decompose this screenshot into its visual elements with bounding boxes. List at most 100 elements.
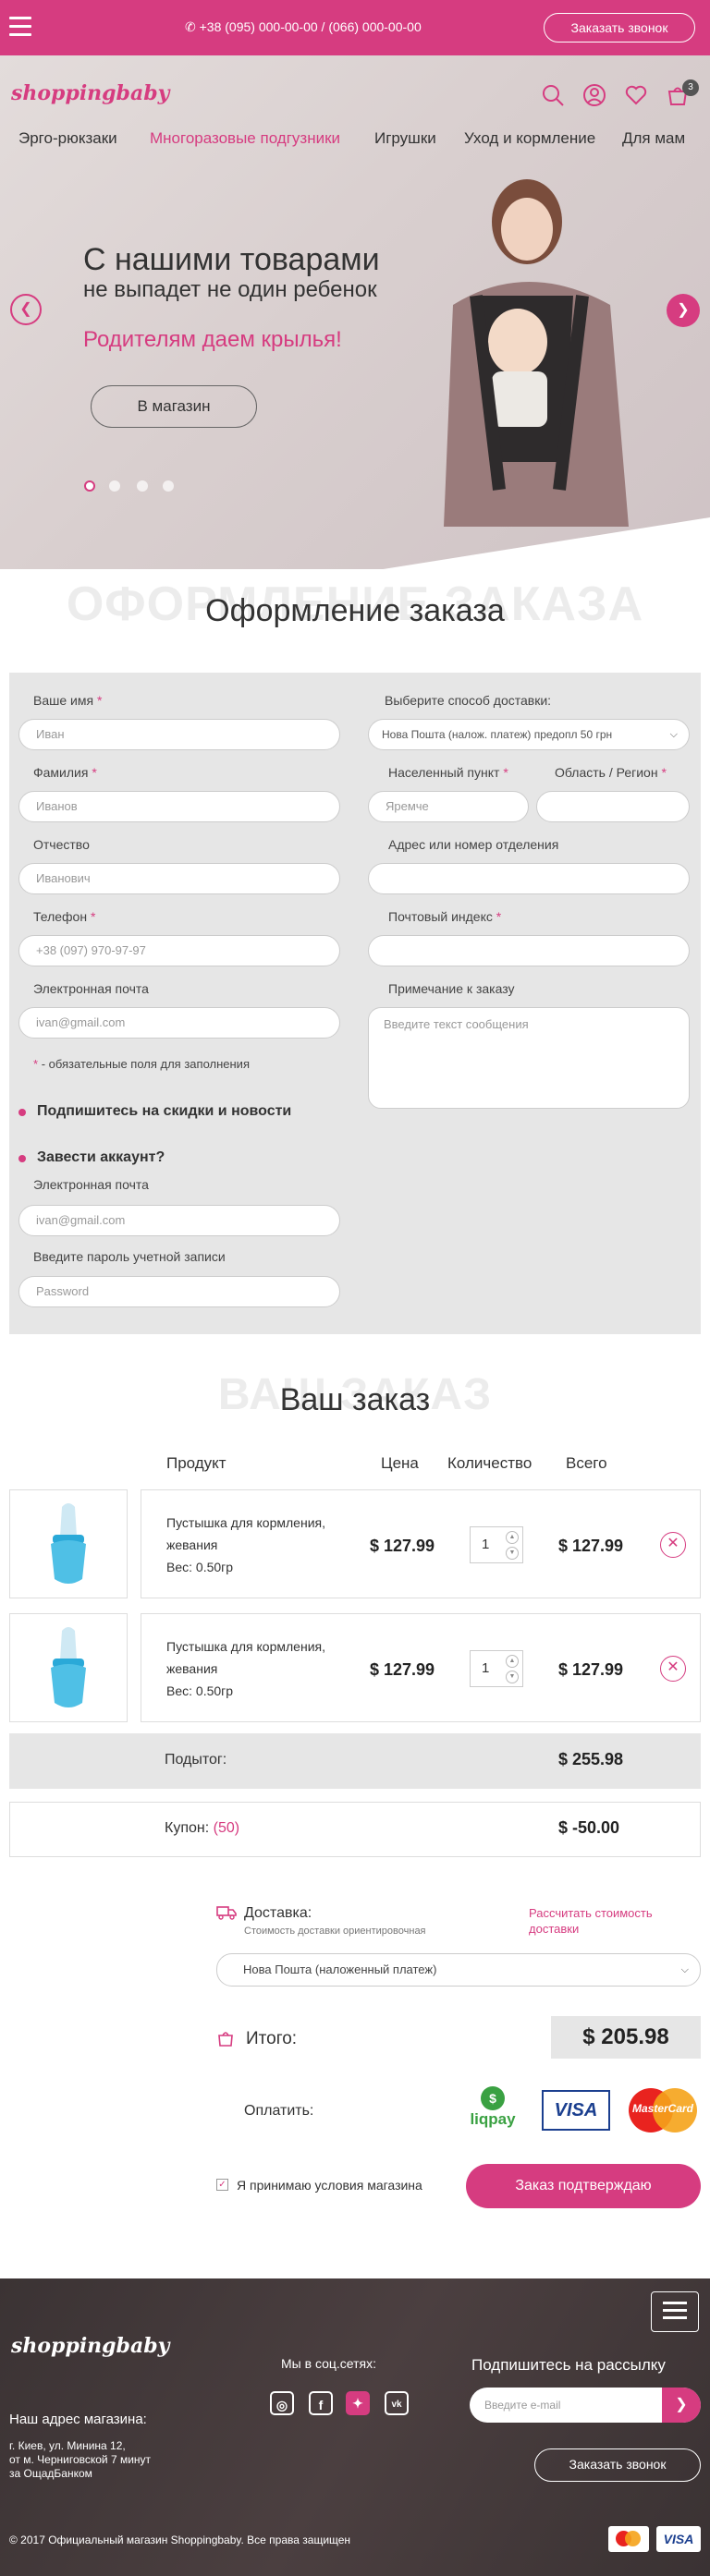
increment-icon[interactable]: ▲: [506, 1531, 519, 1544]
account-email-label: Электронная почта: [33, 1177, 149, 1192]
coupon-code[interactable]: (50): [214, 1820, 239, 1836]
increment-icon[interactable]: ▲: [506, 1655, 519, 1668]
nav-item-ergo[interactable]: Эрго-рюкзаки: [18, 129, 117, 148]
patronymic-input[interactable]: Иванович: [18, 863, 340, 894]
bag-icon: [218, 2032, 233, 2047]
remove-item-icon[interactable]: ✕: [660, 1532, 686, 1558]
slider-dot[interactable]: [84, 480, 95, 492]
twitter-icon[interactable]: ✦: [346, 2391, 370, 2415]
quantity-stepper[interactable]: 1 ▲ ▼: [470, 1526, 523, 1563]
surname-input[interactable]: Иванов: [18, 791, 340, 822]
coupon-value: $ -50.00: [558, 1818, 620, 1837]
cart-count-badge: 3: [682, 79, 699, 96]
liqpay-option[interactable]: $ liqpay: [462, 2086, 523, 2131]
nav-item-care[interactable]: Уход и кормление: [464, 129, 595, 148]
chevron-down-icon: ⌵: [669, 729, 678, 740]
newsletter-submit-button[interactable]: ❯: [662, 2388, 701, 2423]
confirm-order-button[interactable]: Заказ подтверждаю: [466, 2164, 701, 2208]
logo[interactable]: shoppingbaby: [11, 81, 169, 105]
note-textarea[interactable]: Введите текст сообщения: [368, 1007, 690, 1109]
product-name[interactable]: Пустышка для кормления, жевания Вес: 0.50г…: [166, 1512, 325, 1578]
email-label: Электронная почта: [33, 981, 149, 996]
product-total: $ 127.99: [558, 1537, 624, 1555]
hero-photo: [444, 179, 629, 527]
zip-input[interactable]: [368, 935, 690, 966]
remove-item-icon[interactable]: ✕: [660, 1656, 686, 1682]
instagram-icon[interactable]: ◎: [270, 2391, 294, 2415]
call-button[interactable]: Заказать звонок: [544, 13, 695, 43]
delivery-select[interactable]: Нова Пошта (налож. платеж) предопл 50 гр…: [368, 719, 690, 750]
pacifier-icon: [51, 1503, 86, 1584]
heart-icon[interactable]: [624, 83, 648, 107]
newsletter-title: Подпишитесь на рассылку: [471, 2356, 666, 2374]
header-phones: ✆ +38 (095) 000-00-00 / (066) 000-00-00: [185, 19, 422, 34]
footer-logo[interactable]: shoppingbaby: [11, 2334, 169, 2358]
address-title: Наш адрес магазина:: [9, 2412, 147, 2427]
slider-prev-button[interactable]: ❮: [10, 294, 42, 325]
quantity-stepper[interactable]: 1 ▲ ▼: [470, 1650, 523, 1687]
order-title: Ваш заказ: [279, 1382, 431, 1417]
subtotal-label: Подытог:: [165, 1752, 227, 1768]
footer-call-button[interactable]: Заказать звонок: [534, 2448, 701, 2482]
create-account-checkbox[interactable]: [18, 1155, 26, 1162]
pacifier-icon: [51, 1627, 86, 1707]
quantity-value: 1: [482, 1660, 490, 1676]
city-input[interactable]: Яремче: [368, 791, 529, 822]
note-label: Примечание к заказу: [388, 981, 515, 996]
shipping-select[interactable]: Нова Пошта (наложенный платеж) ⌵: [216, 1953, 701, 1987]
subscribe-checkbox[interactable]: [18, 1109, 26, 1116]
slider-dot[interactable]: [163, 480, 174, 492]
social-label: Мы в соц.сетях:: [281, 2356, 376, 2371]
subscribe-label: Подпишитесь на скидки и новости: [37, 1103, 292, 1119]
decrement-icon[interactable]: ▼: [506, 1671, 519, 1683]
chevron-down-icon: ⌵: [680, 1964, 689, 1975]
surname-label: Фамилия *: [33, 765, 97, 780]
calc-shipping-link[interactable]: Рассчитать стоимость доставки: [529, 1905, 695, 1937]
menu-icon[interactable]: [9, 17, 31, 37]
terms-label: Я принимаю условия магазина: [237, 2178, 422, 2193]
quantity-value: 1: [482, 1537, 490, 1552]
shipping-label: Доставка:: [244, 1905, 312, 1921]
phone-label: Телефон *: [33, 909, 96, 924]
slider-next-button[interactable]: ❯: [667, 294, 700, 327]
vk-icon[interactable]: vk: [385, 2391, 409, 2415]
hero-title: С нашими товарами: [83, 242, 380, 277]
patronymic-label: Отчество: [33, 837, 90, 852]
address-input[interactable]: [368, 863, 690, 894]
total-value: $ 205.98: [551, 2016, 701, 2059]
delivery-label: Выберите способ доставки:: [385, 693, 552, 708]
nav-item-moms[interactable]: Для мам: [622, 129, 685, 148]
nav-item-toys[interactable]: Игрушки: [374, 129, 436, 148]
mastercard-option[interactable]: MasterCard: [625, 2086, 701, 2134]
copyright: © 2017 Официальный магазин Shoppingbaby.…: [9, 2533, 351, 2546]
account-email-input[interactable]: ivan@gmail.com: [18, 1205, 340, 1236]
product-image[interactable]: [9, 1489, 128, 1598]
nav-item-diapers[interactable]: Многоразовые подгузники: [150, 129, 340, 148]
decrement-icon[interactable]: ▼: [506, 1547, 519, 1560]
product-name[interactable]: Пустышка для кормления, жевания Вес: 0.50г…: [166, 1635, 325, 1702]
facebook-icon[interactable]: f: [309, 2391, 333, 2415]
product-image[interactable]: [9, 1613, 128, 1722]
slider-dot[interactable]: [109, 480, 120, 492]
slider-dot[interactable]: [137, 480, 148, 492]
terms-checkbox[interactable]: ✓: [216, 2179, 228, 2191]
store-button[interactable]: В магазин: [91, 385, 257, 428]
name-input[interactable]: Иван: [18, 719, 340, 750]
password-input[interactable]: Password: [18, 1276, 340, 1307]
visa-badge: VISA: [656, 2526, 701, 2552]
hero-tagline: Родителям даем крылья!: [83, 327, 342, 352]
required-note: * - обязательные поля для заполнения: [33, 1057, 250, 1071]
newsletter-email-input[interactable]: Введите e-mail: [484, 2399, 560, 2412]
region-input[interactable]: [536, 791, 690, 822]
col-qty: Количество: [447, 1454, 532, 1472]
name-label: Ваше имя *: [33, 693, 103, 708]
user-icon[interactable]: [582, 83, 606, 107]
phone-input[interactable]: +38 (097) 970-97-97: [18, 935, 340, 966]
search-icon[interactable]: [541, 83, 565, 107]
footer: [0, 2278, 710, 2576]
total-label: Итого:: [246, 2029, 298, 2048]
visa-option[interactable]: VISA: [542, 2090, 610, 2131]
footer-menu-icon[interactable]: [651, 2291, 699, 2332]
mastercard-badge: [608, 2526, 649, 2552]
email-input[interactable]: ivan@gmail.com: [18, 1007, 340, 1039]
